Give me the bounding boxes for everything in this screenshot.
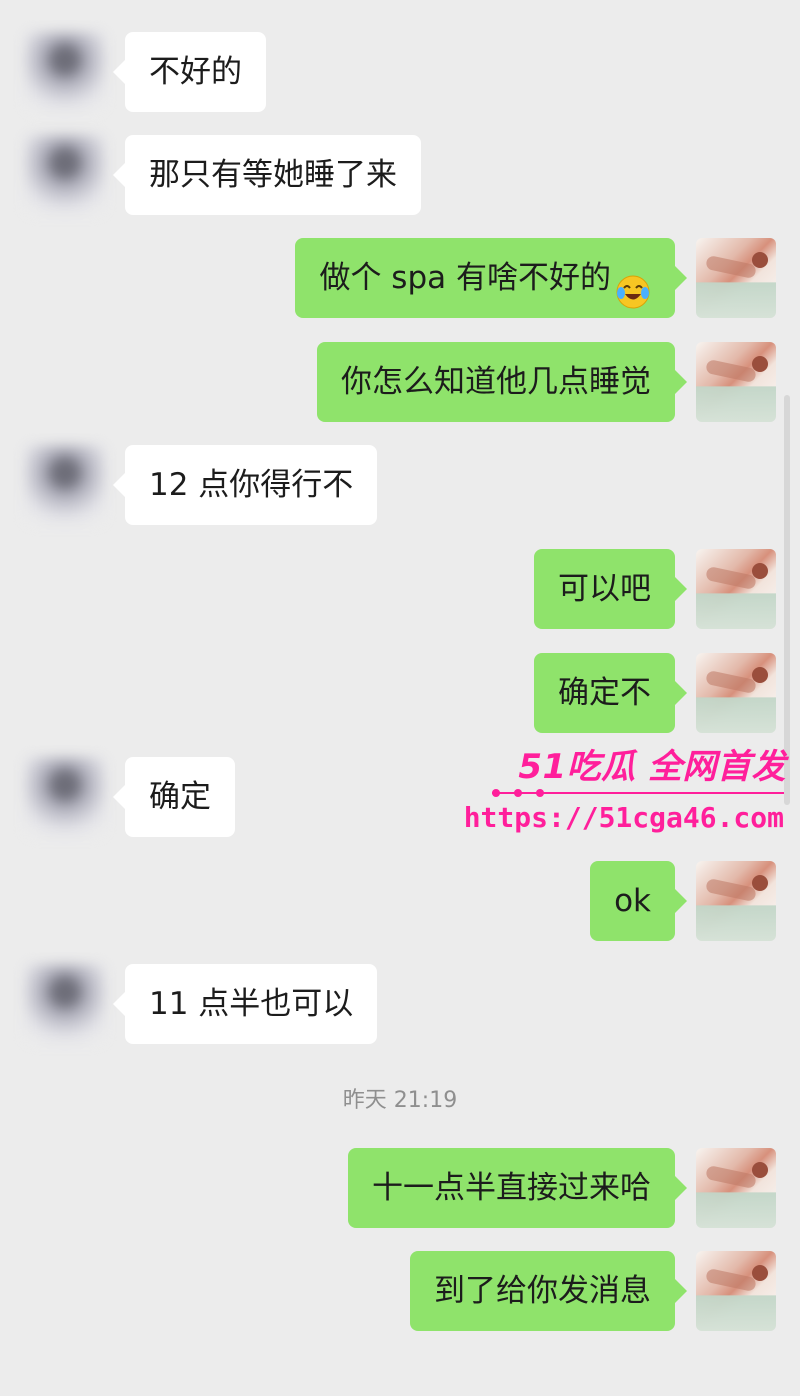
contact-avatar[interactable] — [25, 32, 105, 112]
received-message-bubble[interactable]: 确定 — [113, 757, 235, 837]
contact-avatar[interactable] — [25, 135, 105, 215]
user-avatar[interactable] — [696, 1251, 776, 1331]
watermark: 51吃瓜 全网首发 https://51cga46.com — [464, 745, 792, 845]
watermark-dot — [492, 789, 500, 797]
watermark-dot — [514, 789, 522, 797]
watermark-title: 51吃瓜 全网首发 — [518, 747, 786, 787]
sent-message-bubble[interactable]: 你怎么知道他几点睡觉 — [317, 342, 687, 422]
watermark-dot — [536, 789, 544, 797]
message-timestamp: 昨天 21:19 — [342, 1088, 458, 1113]
sent-message-bubble[interactable]: 可以吧 — [534, 549, 687, 629]
contact-avatar[interactable] — [25, 757, 105, 837]
contact-avatar[interactable] — [25, 445, 105, 525]
sent-message-bubble[interactable]: ok — [590, 861, 687, 941]
sent-message-bubble[interactable]: 做个 spa 有啥不好的 — [295, 238, 687, 318]
user-avatar[interactable] — [696, 861, 776, 941]
contact-avatar[interactable] — [25, 964, 105, 1044]
received-message-bubble[interactable]: 12 点你得行不 — [112, 445, 378, 525]
scrollbar[interactable] — [784, 395, 790, 805]
watermark-divider — [492, 792, 784, 794]
sent-message-bubble[interactable]: 确定不 — [534, 653, 687, 733]
user-avatar[interactable] — [696, 342, 776, 422]
user-avatar[interactable] — [696, 238, 776, 318]
message-text: 做个 spa 有啥不好的 — [319, 260, 611, 296]
user-avatar[interactable] — [696, 549, 776, 629]
received-message-bubble[interactable]: 11 点半也可以 — [112, 964, 378, 1044]
sent-message-bubble[interactable]: 十一点半直接过来哈 — [348, 1148, 687, 1228]
user-avatar[interactable] — [696, 1148, 776, 1228]
watermark-url: https://51cga46.com — [463, 801, 784, 834]
laughing-crying-emoji-icon — [615, 260, 651, 308]
chat-area[interactable]: 不好的 那只有等她睡了来 做个 spa 有啥不好的 你怎么知道他几点睡觉 12 … — [0, 0, 800, 1396]
received-message-bubble[interactable]: 那只有等她睡了来 — [113, 135, 421, 215]
received-message-bubble[interactable]: 不好的 — [113, 32, 266, 112]
sent-message-bubble[interactable]: 到了给你发消息 — [410, 1251, 687, 1331]
user-avatar[interactable] — [696, 653, 776, 733]
